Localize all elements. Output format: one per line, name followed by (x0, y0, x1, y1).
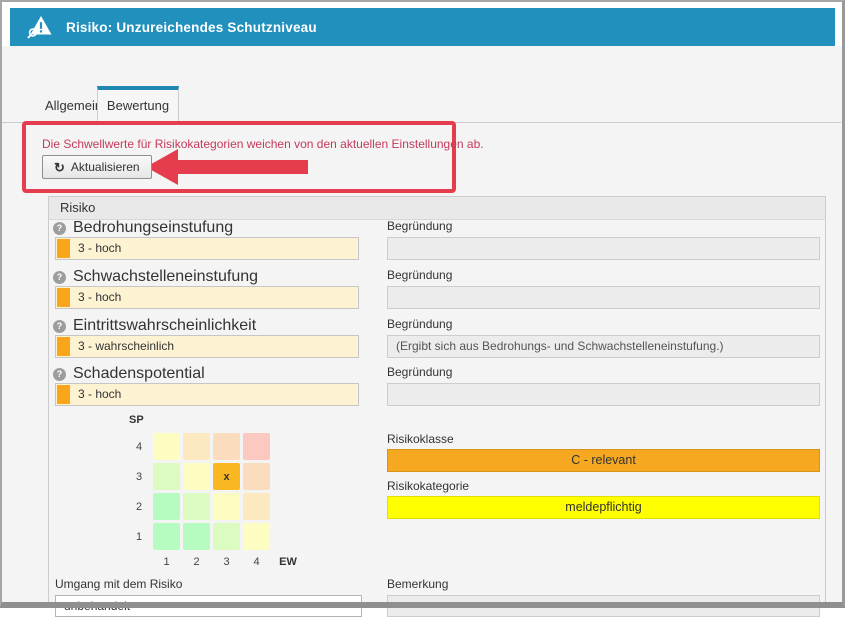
matrix-col-label-ew-3: 3 (213, 553, 240, 580)
eintrittswahrscheinlichkeit-value: 3 - wahrscheinlich (78, 336, 174, 357)
risk-warning-icon (26, 13, 54, 41)
bemerkung-input[interactable] (387, 595, 820, 617)
matrix-cell-ew1-sp4 (153, 433, 180, 460)
matrix-cell-ew2-sp2 (183, 493, 210, 520)
help-icon[interactable]: ? (53, 368, 66, 381)
begruendung-label-3: Begründung (387, 317, 452, 331)
matrix-ew-axis-label: EW (273, 553, 303, 580)
matrix-spacer (273, 493, 303, 520)
bedrohungseinstufung-select[interactable]: 3 - hoch (55, 237, 359, 260)
begruendung-label-2: Begründung (387, 268, 452, 282)
matrix-cell-ew4-sp4 (243, 433, 270, 460)
rating-accent (57, 337, 70, 356)
schwachstelleneinstufung-select[interactable]: 3 - hoch (55, 286, 359, 309)
umgang-mit-dem-risiko-label: Umgang mit dem Risiko (55, 577, 182, 591)
schadenspotential-value: 3 - hoch (78, 384, 121, 405)
begruendung-input-3[interactable]: (Ergibt sich aus Bedrohungs- und Schwach… (387, 335, 820, 358)
matrix-col-label-ew-2: 2 (183, 553, 210, 580)
begruendung-label-4: Begründung (387, 365, 452, 379)
matrix-cell-ew1-sp2 (153, 493, 180, 520)
matrix-sp-axis-label: SP (129, 414, 144, 426)
schwachstelleneinstufung-label-row: ? Schwachstelleneinstufung (53, 268, 258, 286)
window-title: Risiko: Unzureichendes Schutzniveau (66, 20, 317, 35)
matrix-row-label-sp-2: 2 (128, 493, 150, 520)
aktualisieren-button[interactable]: ↻ Aktualisieren (42, 155, 152, 179)
schadenspotential-label: Schadenspotential (73, 365, 205, 383)
risk-matrix-grid: 43x211234EW (128, 433, 303, 580)
eintrittswahrscheinlichkeit-select[interactable]: 3 - wahrscheinlich (55, 335, 359, 358)
risk-class-bar: C - relevant (387, 449, 820, 472)
matrix-cell-ew4-sp3 (243, 463, 270, 490)
matrix-spacer (273, 463, 303, 490)
warning-message: Die Schwellwerte für Risikokategorien we… (42, 137, 484, 151)
matrix-row-label-sp-4: 4 (128, 433, 150, 460)
matrix-cell-ew3-sp2 (213, 493, 240, 520)
begruendung-input-4[interactable] (387, 383, 820, 406)
eintrittswahrscheinlichkeit-label: Eintrittswahrscheinlichkeit (73, 317, 256, 335)
matrix-cell-ew4-sp2 (243, 493, 270, 520)
risk-category-bar: meldepflichtig (387, 496, 820, 519)
matrix-cell-ew2-sp1 (183, 523, 210, 550)
schwachstelleneinstufung-value: 3 - hoch (78, 287, 121, 308)
bedrohungseinstufung-value: 3 - hoch (78, 238, 121, 259)
matrix-cell-ew3-sp3-selected: x (213, 463, 240, 490)
tab-bewertung[interactable]: Bewertung (97, 86, 179, 122)
matrix-spacer (273, 523, 303, 550)
matrix-spacer (128, 553, 150, 580)
risikokategorie-label: Risikokategorie (387, 479, 469, 493)
bedrohungseinstufung-label-row: ? Bedrohungseinstufung (53, 219, 233, 237)
matrix-cell-ew1-sp1 (153, 523, 180, 550)
schadenspotential-label-row: ? Schadenspotential (53, 365, 205, 383)
matrix-cell-ew1-sp3 (153, 463, 180, 490)
bemerkung-label: Bemerkung (387, 577, 448, 591)
risikoklasse-label: Risikoklasse (387, 432, 454, 446)
rating-accent (57, 288, 70, 307)
begruendung-input-1[interactable] (387, 237, 820, 260)
matrix-row-label-sp-3: 3 (128, 463, 150, 490)
annotation-arrow-shaft (176, 160, 308, 174)
help-icon[interactable]: ? (53, 320, 66, 333)
rating-accent (57, 239, 70, 258)
matrix-col-label-ew-4: 4 (243, 553, 270, 580)
umgang-mit-dem-risiko-select[interactable]: unbehandelt (55, 595, 362, 617)
matrix-row-label-sp-1: 1 (128, 523, 150, 550)
matrix-cell-ew2-sp3 (183, 463, 210, 490)
title-bar: Risiko: Unzureichendes Schutzniveau (10, 8, 835, 46)
schwachstelleneinstufung-label: Schwachstelleneinstufung (73, 268, 258, 286)
help-icon[interactable]: ? (53, 222, 66, 235)
schadenspotential-select[interactable]: 3 - hoch (55, 383, 359, 406)
refresh-icon: ↻ (54, 161, 65, 174)
help-icon[interactable]: ? (53, 271, 66, 284)
eintrittswahrscheinlichkeit-label-row: ? Eintrittswahrscheinlichkeit (53, 317, 256, 335)
rating-accent (57, 385, 70, 404)
aktualisieren-button-label: Aktualisieren (71, 160, 140, 174)
begruendung-input-2[interactable] (387, 286, 820, 309)
begruendung-label-1: Begründung (387, 219, 452, 233)
risiko-section-header: Risiko (49, 197, 825, 220)
bedrohungseinstufung-label: Bedrohungseinstufung (73, 219, 233, 237)
matrix-col-label-ew-1: 1 (153, 553, 180, 580)
matrix-cell-ew3-sp1 (213, 523, 240, 550)
matrix-cell-ew2-sp4 (183, 433, 210, 460)
matrix-cell-ew4-sp1 (243, 523, 270, 550)
matrix-spacer (273, 433, 303, 460)
matrix-cell-ew3-sp4 (213, 433, 240, 460)
